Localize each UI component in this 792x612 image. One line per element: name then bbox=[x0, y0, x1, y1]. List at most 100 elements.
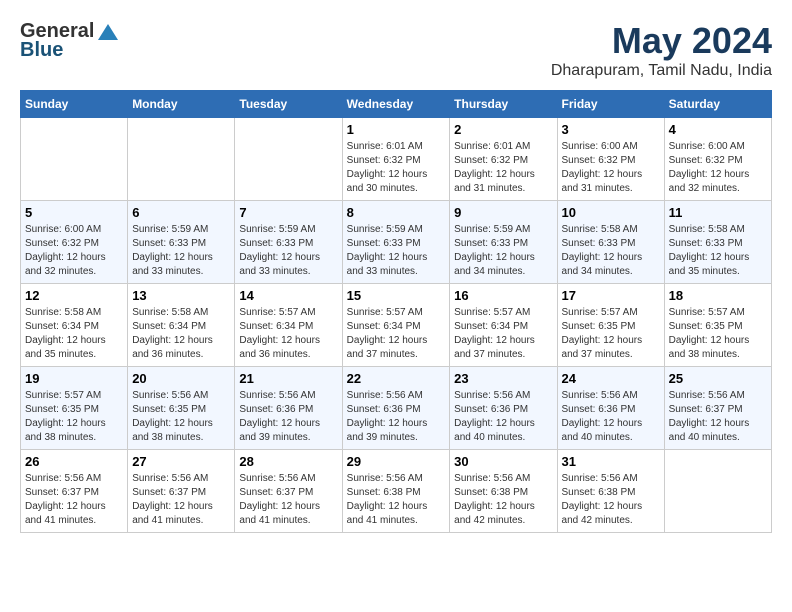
cell-daylight-info: Sunrise: 5:57 AM Sunset: 6:35 PM Dayligh… bbox=[669, 306, 767, 362]
calendar-cell bbox=[664, 450, 771, 533]
col-header-sunday: Sunday bbox=[21, 91, 128, 118]
cell-daylight-info: Sunrise: 5:57 AM Sunset: 6:34 PM Dayligh… bbox=[239, 306, 337, 362]
cell-daylight-info: Sunrise: 5:58 AM Sunset: 6:34 PM Dayligh… bbox=[25, 306, 123, 362]
calendar-cell: 2 Sunrise: 6:01 AM Sunset: 6:32 PM Daylig… bbox=[450, 118, 557, 201]
cell-date-number: 3 bbox=[562, 122, 660, 137]
cell-date-number: 16 bbox=[454, 288, 552, 303]
cell-daylight-info: Sunrise: 5:56 AM Sunset: 6:37 PM Dayligh… bbox=[669, 389, 767, 445]
cell-daylight-info: Sunrise: 5:57 AM Sunset: 6:35 PM Dayligh… bbox=[562, 306, 660, 362]
calendar-week-row: 12 Sunrise: 5:58 AM Sunset: 6:34 PM Dayli… bbox=[21, 284, 772, 367]
calendar-cell: 28 Sunrise: 5:56 AM Sunset: 6:37 PM Dayli… bbox=[235, 450, 342, 533]
calendar-cell: 29 Sunrise: 5:56 AM Sunset: 6:38 PM Dayli… bbox=[342, 450, 450, 533]
calendar-cell: 5 Sunrise: 6:00 AM Sunset: 6:32 PM Daylig… bbox=[21, 201, 128, 284]
calendar-header-row: SundayMondayTuesdayWednesdayThursdayFrid… bbox=[21, 91, 772, 118]
cell-date-number: 26 bbox=[25, 454, 123, 469]
cell-date-number: 28 bbox=[239, 454, 337, 469]
cell-date-number: 25 bbox=[669, 371, 767, 386]
cell-daylight-info: Sunrise: 5:59 AM Sunset: 6:33 PM Dayligh… bbox=[239, 223, 337, 279]
calendar-cell: 30 Sunrise: 5:56 AM Sunset: 6:38 PM Dayli… bbox=[450, 450, 557, 533]
calendar-cell: 22Sunrise: 5:56 AM Sunset: 6:36 PM Dayli… bbox=[342, 367, 450, 450]
cell-daylight-info: Sunrise: 5:56 AM Sunset: 6:37 PM Dayligh… bbox=[132, 472, 230, 528]
cell-daylight-info: Sunrise: 5:56 AM Sunset: 6:38 PM Dayligh… bbox=[347, 472, 446, 528]
calendar-cell: 9Sunrise: 5:59 AM Sunset: 6:33 PM Daylig… bbox=[450, 201, 557, 284]
cell-date-number: 17 bbox=[562, 288, 660, 303]
calendar-week-row: 1 Sunrise: 6:01 AM Sunset: 6:32 PM Daylig… bbox=[21, 118, 772, 201]
cell-date-number: 30 bbox=[454, 454, 552, 469]
cell-daylight-info: Sunrise: 5:58 AM Sunset: 6:34 PM Dayligh… bbox=[132, 306, 230, 362]
cell-date-number: 10 bbox=[562, 205, 660, 220]
cell-daylight-info: Sunrise: 6:00 AM Sunset: 6:32 PM Dayligh… bbox=[25, 223, 123, 279]
cell-daylight-info: Sunrise: 5:59 AM Sunset: 6:33 PM Dayligh… bbox=[454, 223, 552, 279]
cell-daylight-info: Sunrise: 6:00 AM Sunset: 6:32 PM Dayligh… bbox=[669, 140, 767, 196]
cell-daylight-info: Sunrise: 6:00 AM Sunset: 6:32 PM Dayligh… bbox=[562, 140, 660, 196]
cell-daylight-info: Sunrise: 6:01 AM Sunset: 6:32 PM Dayligh… bbox=[454, 140, 552, 196]
cell-daylight-info: Sunrise: 5:56 AM Sunset: 6:38 PM Dayligh… bbox=[562, 472, 660, 528]
calendar-cell bbox=[235, 118, 342, 201]
calendar-cell: 19Sunrise: 5:57 AM Sunset: 6:35 PM Dayli… bbox=[21, 367, 128, 450]
calendar-cell: 27 Sunrise: 5:56 AM Sunset: 6:37 PM Dayli… bbox=[128, 450, 235, 533]
col-header-saturday: Saturday bbox=[664, 91, 771, 118]
page-header: General Blue May 2024 Dharapuram, Tamil … bbox=[20, 20, 772, 80]
cell-date-number: 12 bbox=[25, 288, 123, 303]
title-block: May 2024 Dharapuram, Tamil Nadu, India bbox=[551, 20, 772, 80]
col-header-thursday: Thursday bbox=[450, 91, 557, 118]
calendar-cell: 12 Sunrise: 5:58 AM Sunset: 6:34 PM Dayli… bbox=[21, 284, 128, 367]
page-title: May 2024 bbox=[551, 20, 772, 62]
calendar-cell: 10 Sunrise: 5:58 AM Sunset: 6:33 PM Dayli… bbox=[557, 201, 664, 284]
calendar-cell: 3 Sunrise: 6:00 AM Sunset: 6:32 PM Daylig… bbox=[557, 118, 664, 201]
cell-daylight-info: Sunrise: 5:58 AM Sunset: 6:33 PM Dayligh… bbox=[562, 223, 660, 279]
col-header-wednesday: Wednesday bbox=[342, 91, 450, 118]
calendar-cell: 4 Sunrise: 6:00 AM Sunset: 6:32 PM Daylig… bbox=[664, 118, 771, 201]
cell-date-number: 2 bbox=[454, 122, 552, 137]
calendar-week-row: 26 Sunrise: 5:56 AM Sunset: 6:37 PM Dayli… bbox=[21, 450, 772, 533]
calendar-cell: 8Sunrise: 5:59 AM Sunset: 6:33 PM Daylig… bbox=[342, 201, 450, 284]
logo-icon bbox=[96, 22, 120, 42]
calendar-cell: 13Sunrise: 5:58 AM Sunset: 6:34 PM Dayli… bbox=[128, 284, 235, 367]
calendar-cell: 23Sunrise: 5:56 AM Sunset: 6:36 PM Dayli… bbox=[450, 367, 557, 450]
cell-date-number: 29 bbox=[347, 454, 446, 469]
cell-date-number: 6 bbox=[132, 205, 230, 220]
cell-date-number: 4 bbox=[669, 122, 767, 137]
cell-date-number: 27 bbox=[132, 454, 230, 469]
calendar-cell: 26Sunrise: 5:56 AM Sunset: 6:37 PM Dayli… bbox=[21, 450, 128, 533]
cell-daylight-info: Sunrise: 5:56 AM Sunset: 6:37 PM Dayligh… bbox=[239, 472, 337, 528]
calendar-cell: 17 Sunrise: 5:57 AM Sunset: 6:35 PM Dayli… bbox=[557, 284, 664, 367]
calendar-cell: 31Sunrise: 5:56 AM Sunset: 6:38 PM Dayli… bbox=[557, 450, 664, 533]
calendar-cell: 15 Sunrise: 5:57 AM Sunset: 6:34 PM Dayli… bbox=[342, 284, 450, 367]
cell-date-number: 20 bbox=[132, 371, 230, 386]
cell-daylight-info: Sunrise: 5:57 AM Sunset: 6:34 PM Dayligh… bbox=[454, 306, 552, 362]
cell-date-number: 1 bbox=[347, 122, 446, 137]
cell-date-number: 18 bbox=[669, 288, 767, 303]
calendar-week-row: 5 Sunrise: 6:00 AM Sunset: 6:32 PM Daylig… bbox=[21, 201, 772, 284]
cell-date-number: 19 bbox=[25, 371, 123, 386]
calendar-cell: 16 Sunrise: 5:57 AM Sunset: 6:34 PM Dayli… bbox=[450, 284, 557, 367]
calendar-cell: 21Sunrise: 5:56 AM Sunset: 6:36 PM Dayli… bbox=[235, 367, 342, 450]
calendar-cell: 14Sunrise: 5:57 AM Sunset: 6:34 PM Dayli… bbox=[235, 284, 342, 367]
cell-date-number: 7 bbox=[239, 205, 337, 220]
cell-daylight-info: Sunrise: 5:57 AM Sunset: 6:34 PM Dayligh… bbox=[347, 306, 446, 362]
logo: General Blue bbox=[20, 20, 120, 62]
calendar-cell: 11 Sunrise: 5:58 AM Sunset: 6:33 PM Dayli… bbox=[664, 201, 771, 284]
cell-daylight-info: Sunrise: 6:01 AM Sunset: 6:32 PM Dayligh… bbox=[347, 140, 446, 196]
cell-date-number: 5 bbox=[25, 205, 123, 220]
calendar-cell: 6Sunrise: 5:59 AM Sunset: 6:33 PM Daylig… bbox=[128, 201, 235, 284]
calendar-cell: 7 Sunrise: 5:59 AM Sunset: 6:33 PM Daylig… bbox=[235, 201, 342, 284]
calendar-cell: 25 Sunrise: 5:56 AM Sunset: 6:37 PM Dayli… bbox=[664, 367, 771, 450]
cell-daylight-info: Sunrise: 5:58 AM Sunset: 6:33 PM Dayligh… bbox=[669, 223, 767, 279]
cell-daylight-info: Sunrise: 5:56 AM Sunset: 6:36 PM Dayligh… bbox=[239, 389, 337, 445]
cell-date-number: 23 bbox=[454, 371, 552, 386]
cell-date-number: 11 bbox=[669, 205, 767, 220]
cell-daylight-info: Sunrise: 5:56 AM Sunset: 6:35 PM Dayligh… bbox=[132, 389, 230, 445]
calendar-cell: 18 Sunrise: 5:57 AM Sunset: 6:35 PM Dayli… bbox=[664, 284, 771, 367]
cell-daylight-info: Sunrise: 5:56 AM Sunset: 6:38 PM Dayligh… bbox=[454, 472, 552, 528]
logo-blue-text: Blue bbox=[20, 39, 63, 62]
cell-daylight-info: Sunrise: 5:56 AM Sunset: 6:36 PM Dayligh… bbox=[562, 389, 660, 445]
page-subtitle: Dharapuram, Tamil Nadu, India bbox=[551, 62, 772, 80]
calendar-cell: 20 Sunrise: 5:56 AM Sunset: 6:35 PM Dayli… bbox=[128, 367, 235, 450]
cell-date-number: 24 bbox=[562, 371, 660, 386]
calendar-cell bbox=[21, 118, 128, 201]
cell-date-number: 15 bbox=[347, 288, 446, 303]
cell-daylight-info: Sunrise: 5:59 AM Sunset: 6:33 PM Dayligh… bbox=[347, 223, 446, 279]
calendar-week-row: 19Sunrise: 5:57 AM Sunset: 6:35 PM Dayli… bbox=[21, 367, 772, 450]
col-header-monday: Monday bbox=[128, 91, 235, 118]
